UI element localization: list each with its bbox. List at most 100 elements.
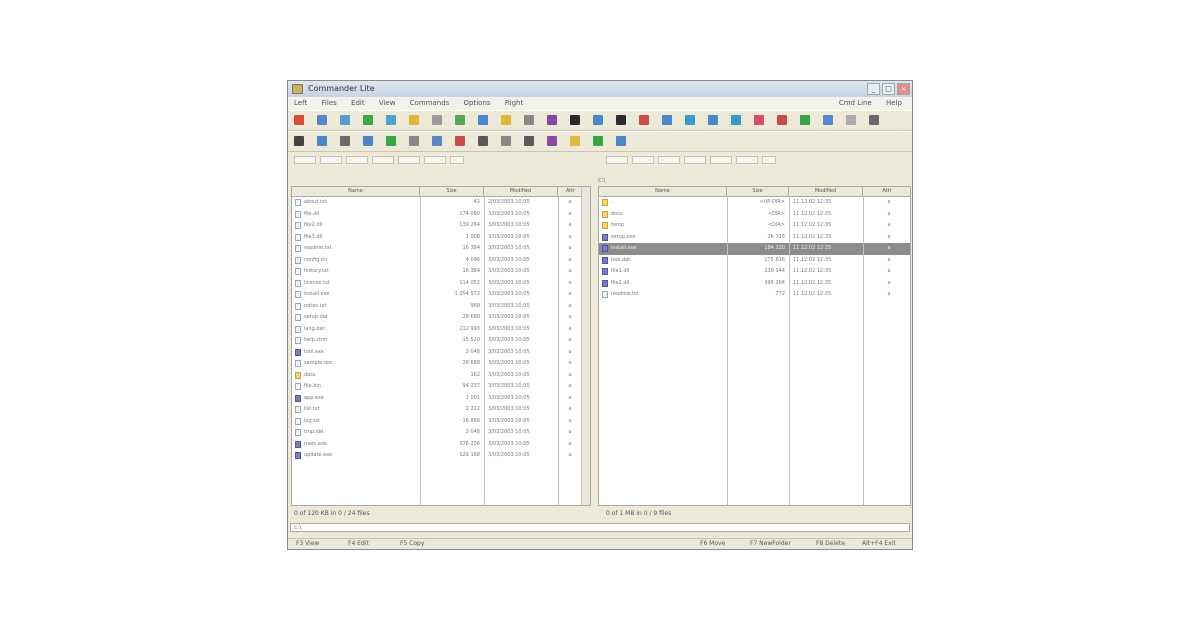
- table-row[interactable]: file.bin 94 237 3/03/2003 10:05 a: [292, 381, 590, 393]
- toolbar-icon[interactable]: [455, 136, 465, 146]
- toolbar-icon[interactable]: [524, 136, 534, 146]
- minimize-button[interactable]: _: [867, 83, 880, 95]
- toolbar-icon[interactable]: [501, 136, 511, 146]
- right-drive-f-button[interactable]: [710, 156, 732, 164]
- toolbar-icon[interactable]: [616, 115, 626, 125]
- toolbar-icon[interactable]: [593, 136, 603, 146]
- toolbar-icon[interactable]: [317, 136, 327, 146]
- fkey-view-button[interactable]: F3 View: [296, 539, 319, 549]
- table-row[interactable]: about.txt 42 2/03/2003 10:05 a: [292, 197, 590, 209]
- toolbar-icon[interactable]: [294, 136, 304, 146]
- toolbar-icon[interactable]: [340, 115, 350, 125]
- toolbar-icon[interactable]: [363, 115, 373, 125]
- toolbar-icon[interactable]: [340, 136, 350, 146]
- table-row[interactable]: main.exe 376 256 3/03/2003 10:05 a: [292, 439, 590, 451]
- toolbar-icon[interactable]: [501, 115, 511, 125]
- toolbar-icon[interactable]: [432, 136, 442, 146]
- right-drive-c-button[interactable]: [632, 156, 654, 164]
- toolbar-icon[interactable]: [570, 115, 580, 125]
- title-bar[interactable]: Commander Lite _ □ ×: [288, 81, 912, 97]
- right-file-panel[interactable]: Name Size Modified Attr .. <UP-DIR> 11.12.…: [598, 186, 911, 506]
- toolbar-icon[interactable]: [294, 115, 304, 125]
- close-button[interactable]: ×: [897, 83, 910, 95]
- left-col-size[interactable]: Size: [420, 187, 484, 196]
- drive-c-button[interactable]: [320, 156, 342, 164]
- toolbar-icon[interactable]: [478, 115, 488, 125]
- toolbar-icon[interactable]: [754, 115, 764, 125]
- toolbar-icon[interactable]: [731, 115, 741, 125]
- drive-d-button[interactable]: [346, 156, 368, 164]
- menu-help[interactable]: Help: [886, 99, 902, 107]
- toolbar-icon[interactable]: [823, 115, 833, 125]
- toolbar-icon[interactable]: [662, 115, 672, 125]
- drive-g-button[interactable]: [424, 156, 446, 164]
- toolbar-icon[interactable]: [386, 115, 396, 125]
- table-row[interactable]: tool.exe 2 048 3/03/2003 10:05 a: [292, 347, 590, 359]
- toolbar-icon[interactable]: [409, 115, 419, 125]
- toolbar-icon[interactable]: [317, 115, 327, 125]
- menu-files[interactable]: Files: [321, 99, 336, 107]
- toolbar-icon[interactable]: [524, 115, 534, 125]
- drive-a-button[interactable]: [294, 156, 316, 164]
- right-col-size[interactable]: Size: [727, 187, 789, 196]
- table-row[interactable]: setup.dat 28 688 3/03/2003 10:05 a: [292, 312, 590, 324]
- menu-commands[interactable]: Commands: [410, 99, 450, 107]
- table-row[interactable]: notes.txt 968 3/03/2003 10:05 a: [292, 301, 590, 313]
- toolbar-icon[interactable]: [432, 115, 442, 125]
- table-row[interactable]: lang.dat 212 993 3/03/2003 10:05 a: [292, 324, 590, 336]
- toolbar-icon[interactable]: [409, 136, 419, 146]
- fkey-edit-button[interactable]: F4 Edit: [348, 539, 369, 549]
- table-row[interactable]: file2.dll 139 264 3/03/2003 10:05 a: [292, 220, 590, 232]
- table-row[interactable]: config.ini 4 096 3/03/2003 10:05 a: [292, 255, 590, 267]
- table-row[interactable]: log.txt 16 866 3/03/2003 10:05 a: [292, 416, 590, 428]
- table-row[interactable]: history.txt 16 384 3/03/2003 10:05 a: [292, 266, 590, 278]
- table-row[interactable]: app.exe 1 001 3/03/2003 10:05 a: [292, 393, 590, 405]
- table-row[interactable]: tmp.dat 2 048 3/03/2003 10:05 a: [292, 427, 590, 439]
- right-drive-d-button[interactable]: [658, 156, 680, 164]
- fkey-delete-button[interactable]: F8 Delete: [816, 539, 845, 549]
- left-file-panel[interactable]: Name Size Modified Attr about.txt 42 2/03/…: [291, 186, 591, 506]
- fkey-move-button[interactable]: F6 Move: [700, 539, 725, 549]
- right-drive-e-button[interactable]: [684, 156, 706, 164]
- right-drive-a-button[interactable]: [606, 156, 628, 164]
- left-col-modified[interactable]: Modified: [484, 187, 558, 196]
- fkey-copy-button[interactable]: F5 Copy: [400, 539, 424, 549]
- toolbar-icon[interactable]: [800, 115, 810, 125]
- toolbar-icon[interactable]: [386, 136, 396, 146]
- toolbar-icon[interactable]: [593, 115, 603, 125]
- fkey-exit-button[interactable]: Alt+F4 Exit: [862, 539, 896, 549]
- toolbar-icon[interactable]: [708, 115, 718, 125]
- table-row[interactable]: sample.doc 28 688 3/03/2003 10:05 a: [292, 358, 590, 370]
- table-row[interactable]: license.txt 114 052 3/03/2003 10:05 a: [292, 278, 590, 290]
- toolbar-icon[interactable]: [455, 115, 465, 125]
- maximize-button[interactable]: □: [882, 83, 895, 95]
- menu-cmdline[interactable]: Cmd Line: [839, 99, 872, 107]
- right-drive-g-button[interactable]: [736, 156, 758, 164]
- toolbar-icon[interactable]: [777, 115, 787, 125]
- network-drive-icon[interactable]: [450, 156, 464, 164]
- table-row[interactable]: readme.txt 16 384 3/03/2003 10:05 a: [292, 243, 590, 255]
- right-col-modified[interactable]: Modified: [789, 187, 863, 196]
- menu-left[interactable]: Left: [294, 99, 307, 107]
- menu-edit[interactable]: Edit: [351, 99, 365, 107]
- toolbar-icon[interactable]: [869, 115, 879, 125]
- toolbar-icon[interactable]: [639, 115, 649, 125]
- table-row[interactable]: install.exe 1 254 572 3/03/2003 10:05 a: [292, 289, 590, 301]
- toolbar-icon[interactable]: [478, 136, 488, 146]
- toolbar-icon[interactable]: [616, 136, 626, 146]
- right-network-drive-icon[interactable]: [762, 156, 776, 164]
- left-col-name[interactable]: Name: [292, 187, 420, 196]
- menu-options[interactable]: Options: [464, 99, 491, 107]
- right-col-attr[interactable]: Attr: [863, 187, 910, 196]
- menu-right[interactable]: Right: [505, 99, 523, 107]
- toolbar-icon[interactable]: [363, 136, 373, 146]
- left-scrollbar[interactable]: [581, 187, 590, 505]
- toolbar-icon[interactable]: [846, 115, 856, 125]
- toolbar-icon[interactable]: [570, 136, 580, 146]
- drive-e-button[interactable]: [372, 156, 394, 164]
- toolbar-icon[interactable]: [685, 115, 695, 125]
- right-col-name[interactable]: Name: [599, 187, 727, 196]
- drive-f-button[interactable]: [398, 156, 420, 164]
- command-line-input[interactable]: c:\: [290, 523, 910, 532]
- toolbar-icon[interactable]: [547, 115, 557, 125]
